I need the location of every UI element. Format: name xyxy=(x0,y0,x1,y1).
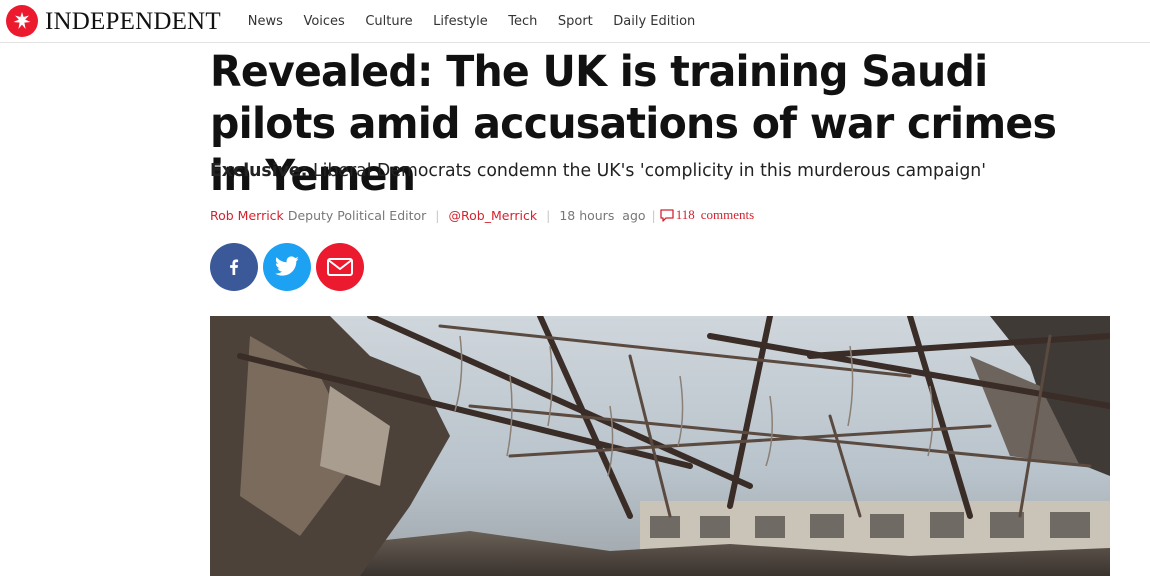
comment-count: 118 xyxy=(675,207,695,222)
article-standfirst: Exclusive: Liberal Democrats condemn the… xyxy=(210,160,1074,181)
mail-icon xyxy=(327,258,353,276)
comments-link[interactable]: 118 comments xyxy=(660,207,754,223)
nav-tech[interactable]: Tech xyxy=(508,14,537,29)
author-link[interactable]: Rob Merrick xyxy=(210,208,284,223)
facebook-icon xyxy=(230,259,239,275)
publish-time: 18 hours ago xyxy=(559,207,646,223)
byline-divider: | xyxy=(435,207,440,223)
nav-news[interactable]: News xyxy=(248,14,283,29)
eagle-icon xyxy=(6,5,38,37)
nav-sport[interactable]: Sport xyxy=(558,14,593,29)
comment-icon xyxy=(660,208,674,222)
main-nav: News Voices Culture Lifestyle Tech Sport… xyxy=(248,14,716,29)
byline-divider: | xyxy=(651,207,656,223)
twitter-icon xyxy=(274,256,299,276)
byline-divider: | xyxy=(546,207,551,223)
nav-daily-edition[interactable]: Daily Edition xyxy=(613,14,695,29)
author-twitter-link[interactable]: @Rob_Merrick xyxy=(449,208,538,223)
nav-voices[interactable]: Voices xyxy=(303,14,344,29)
site-logo[interactable]: INDEPENDENT xyxy=(6,0,221,43)
comments-label: comments xyxy=(700,207,755,222)
nav-lifestyle[interactable]: Lifestyle xyxy=(433,14,488,29)
share-facebook-button[interactable] xyxy=(210,243,258,291)
share-buttons xyxy=(210,243,369,291)
hero-image xyxy=(210,316,1110,576)
standfirst-kicker: Exclusive: xyxy=(210,160,308,181)
site-header: INDEPENDENT News Voices Culture Lifestyl… xyxy=(0,0,1150,43)
nav-culture[interactable]: Culture xyxy=(365,14,412,29)
share-twitter-button[interactable] xyxy=(263,243,311,291)
byline: Rob Merrick Deputy Political Editor | @R… xyxy=(210,206,754,224)
author-role: Deputy Political Editor xyxy=(287,207,427,223)
share-email-button[interactable] xyxy=(316,243,364,291)
standfirst-text: Liberal Democrats condemn the UK's 'comp… xyxy=(313,160,987,181)
brand-name: INDEPENDENT xyxy=(45,7,221,35)
